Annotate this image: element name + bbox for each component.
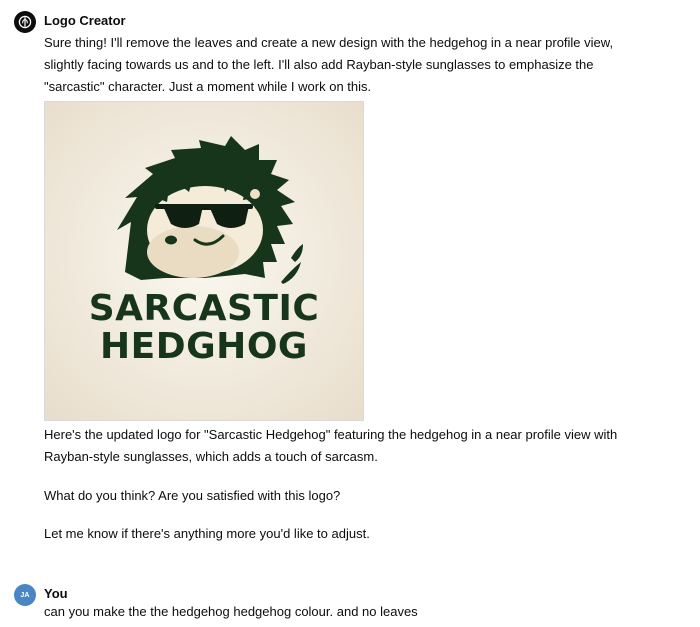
logo-text-line-2: HEDGHOG (100, 326, 308, 367)
assistant-intro: Sure thing! I'll remove the leaves and c… (44, 32, 644, 98)
user-avatar: JA (14, 584, 36, 606)
logo-creator-icon (18, 15, 32, 29)
assistant-avatar (14, 11, 36, 33)
intro-line: Sure thing! I'll remove the leaves and c… (44, 35, 614, 50)
intro-line: "sarcastic" character. Just a moment whi… (44, 79, 372, 94)
followup-line: Here's the updated logo for "Sarcastic H… (44, 427, 618, 442)
intro-line: slightly facing towards us and to the le… (44, 57, 594, 72)
assistant-followup: Here's the updated logo for "Sarcastic H… (44, 424, 644, 468)
user-name: You (44, 586, 68, 601)
followup-line: Rayban-style sunglasses, which adds a to… (44, 449, 378, 464)
assistant-question: What do you think? Are you satisfied wit… (44, 488, 341, 503)
logo-text-line-1: SARCASTIC (88, 288, 320, 329)
hedgehog-illustration (117, 136, 303, 284)
user-message: can you make the the hedgehog hedgehog c… (44, 604, 418, 619)
assistant-name: Logo Creator (44, 13, 126, 28)
assistant-closing: Let me know if there's anything more you… (44, 526, 370, 541)
generated-logo-image[interactable]: SARCASTIC HEDGHOG (44, 101, 364, 421)
